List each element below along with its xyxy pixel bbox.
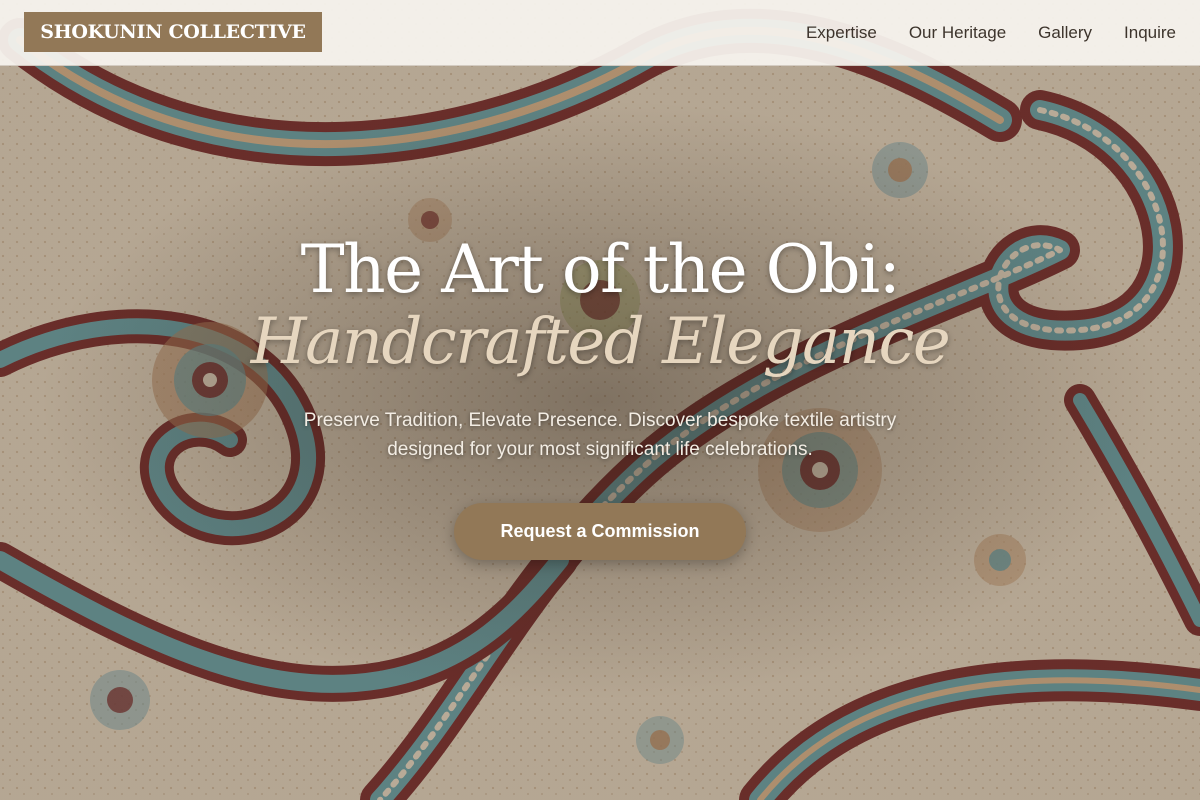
request-commission-button[interactable]: Request a Commission (454, 503, 746, 560)
nav-link-expertise[interactable]: Expertise (806, 23, 877, 43)
hero-description: Preserve Tradition, Elevate Presence. Di… (303, 410, 897, 460)
site-header: SHOKUNIN COLLECTIVE Expertise Our Herita… (0, 0, 1200, 66)
hero-subtitle: Handcrafted Elegance (250, 305, 951, 379)
hero-title: The Art of the Obi: (300, 231, 901, 308)
nav-link-our-heritage[interactable]: Our Heritage (909, 23, 1006, 43)
brand-logo[interactable]: SHOKUNIN COLLECTIVE (24, 12, 322, 52)
nav-link-gallery[interactable]: Gallery (1038, 23, 1092, 43)
main-nav: Expertise Our Heritage Gallery Inquire (806, 0, 1176, 65)
nav-link-inquire[interactable]: Inquire (1124, 23, 1176, 43)
hero-section: The Art of the Obi: Handcrafted Elegance… (0, 0, 1200, 800)
